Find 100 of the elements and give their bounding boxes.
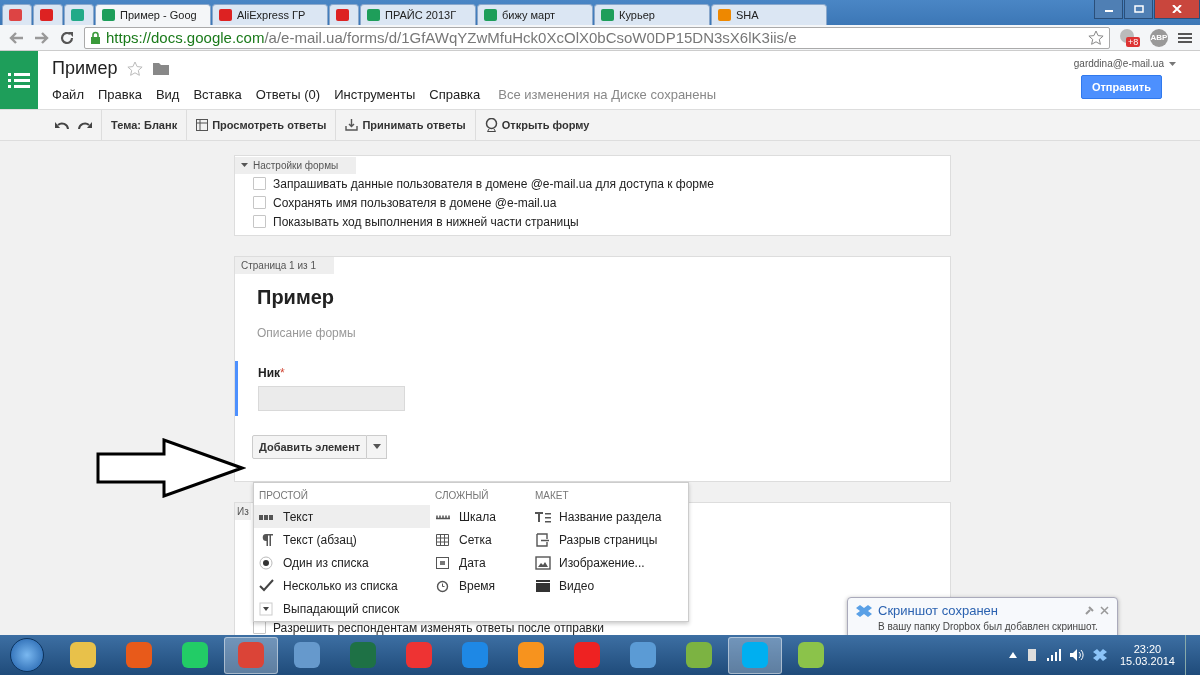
- caret-icon[interactable]: [372, 444, 381, 449]
- menu-heading: МАКЕТ: [534, 489, 570, 503]
- menu-item[interactable]: Файл: [52, 87, 84, 102]
- browser-tab[interactable]: SHA: [711, 4, 827, 25]
- tab-favicon-icon: [219, 9, 232, 21]
- option-label: Запрашивать данные пользователя в домене @e-mail.ua для доступа к форме: [273, 176, 714, 191]
- clock[interactable]: 23:20 15.03.2014: [1115, 643, 1183, 667]
- toolbar-button[interactable]: Открыть форму: [501, 119, 590, 131]
- globe-icon[interactable]: [484, 118, 498, 132]
- collapse-caret-icon[interactable]: [241, 163, 248, 167]
- browser-tab[interactable]: AliExpress ГР: [212, 4, 328, 25]
- add-item-button[interactable]: Добавить элемент: [252, 434, 368, 459]
- menu-item[interactable]: Разрыв страницы: [530, 528, 680, 551]
- taskbar-app[interactable]: [728, 636, 782, 674]
- option-label: Показывать ход выполнения в нижней части страницы: [273, 214, 579, 229]
- toolbar-button[interactable]: Принимать ответы: [362, 119, 466, 131]
- dropbox-icon[interactable]: [1092, 649, 1107, 661]
- menu-item[interactable]: Текст (абзац): [254, 528, 430, 551]
- tray-expand-icon[interactable]: [1008, 652, 1017, 658]
- menu-item[interactable]: Выпадающий список: [254, 597, 430, 620]
- save-status: Все изменения на Диске сохранены: [498, 87, 717, 102]
- tab-favicon-icon: [102, 9, 115, 21]
- device-icon[interactable]: [1025, 648, 1038, 662]
- menu-item[interactable]: Изображение...: [530, 551, 680, 574]
- table-icon[interactable]: [196, 119, 209, 131]
- form-title[interactable]: Пример: [235, 285, 950, 309]
- tab-favicon-icon: [336, 9, 349, 21]
- video-icon: [535, 578, 551, 593]
- browser-tab[interactable]: [64, 4, 94, 25]
- taskbar-app[interactable]: [224, 636, 278, 674]
- card-header: Из: [235, 502, 251, 520]
- menu-item[interactable]: Дата: [430, 551, 530, 574]
- toolbar-button[interactable]: Тема: Бланк: [111, 119, 178, 131]
- menu-item[interactable]: Инструменты: [334, 87, 416, 102]
- browser-tab[interactable]: [2, 4, 32, 25]
- bookmark-star-icon[interactable]: [1088, 29, 1104, 46]
- answer-field[interactable]: [258, 385, 405, 411]
- account-menu[interactable]: garddina@e-mail.ua: [1073, 58, 1164, 69]
- menu-icon[interactable]: [1178, 31, 1192, 44]
- reload-icon[interactable]: [60, 30, 74, 45]
- undo-icon[interactable]: [55, 120, 69, 130]
- browser-tab[interactable]: [33, 4, 63, 25]
- checkbox[interactable]: [253, 215, 266, 228]
- menu-item[interactable]: Справка: [429, 87, 481, 102]
- download-icon[interactable]: [345, 119, 359, 131]
- menu-item[interactable]: Шкала: [430, 505, 530, 528]
- menu-item[interactable]: Правка: [97, 87, 142, 102]
- close-icon[interactable]: [1100, 606, 1109, 615]
- app-icon: [350, 642, 376, 668]
- menu-heading: СЛОЖНЫЙ: [434, 488, 490, 503]
- menu-item[interactable]: Видео: [530, 574, 680, 597]
- clock-icon: [435, 578, 451, 593]
- app-icon: [462, 642, 488, 668]
- checkbox[interactable]: [253, 196, 266, 209]
- menu-item[interactable]: Сетка: [430, 528, 530, 551]
- toolbar-button[interactable]: Просмотреть ответы: [212, 119, 327, 131]
- tab-favicon-icon: [40, 9, 53, 21]
- browser-tab[interactable]: [329, 4, 359, 25]
- address-field[interactable]: https://docs.google.com/a/e-mail.ua/forms/d/1GfAWqYZwMfuHck0XcOlX0bCsoW0DP15DN3sX6lK3iis/e: [84, 26, 1110, 49]
- notification-title: Скриншот сохранен: [878, 603, 999, 618]
- checkbox[interactable]: [253, 177, 266, 190]
- menu-item[interactable]: Несколько из списка: [254, 574, 430, 597]
- browser-tab[interactable]: Курьер: [594, 4, 710, 25]
- grid-icon: [435, 532, 451, 547]
- forward-icon[interactable]: [34, 30, 50, 45]
- app-icon: [238, 642, 264, 668]
- forms-logo-icon[interactable]: [0, 51, 38, 109]
- app-icon: [686, 642, 712, 668]
- star-icon[interactable]: [127, 60, 144, 77]
- app-icon: [294, 642, 320, 668]
- app-icon: [126, 642, 152, 668]
- dropbox-icon: [856, 603, 872, 618]
- redo-icon[interactable]: [78, 120, 92, 130]
- menu-item[interactable]: Вставка: [193, 87, 242, 102]
- app-icon: [742, 642, 768, 668]
- menu-item[interactable]: Один из списка: [254, 551, 430, 574]
- app-icon: [798, 642, 824, 668]
- page-header: Страница 1 из 1: [235, 256, 334, 274]
- volume-icon[interactable]: [1069, 649, 1084, 661]
- menu-item[interactable]: Ответы (0): [255, 87, 321, 102]
- browser-tab[interactable]: Пример - Goog: [95, 4, 211, 25]
- menu-item[interactable]: Вид: [155, 87, 180, 102]
- notification-text: В вашу папку Dropbox был добавлен скриншот.: [877, 621, 1099, 632]
- tab-favicon-icon: [601, 9, 614, 21]
- tab-favicon-icon: [484, 9, 497, 21]
- pin-icon[interactable]: [1084, 605, 1094, 616]
- tab-favicon-icon: [718, 9, 731, 21]
- menu-item[interactable]: Время: [430, 574, 530, 597]
- required-mark: *: [280, 365, 285, 380]
- menu-item[interactable]: Текст: [254, 505, 430, 528]
- document-title[interactable]: Пример: [52, 58, 118, 79]
- browser-tab[interactable]: ПРАЙС 2013Г: [360, 4, 476, 25]
- caret-icon[interactable]: [1169, 61, 1176, 66]
- maximize-icon[interactable]: [1133, 5, 1144, 13]
- back-icon[interactable]: [8, 30, 24, 45]
- lock-icon: [90, 31, 101, 44]
- menu-item[interactable]: Название раздела: [530, 505, 680, 528]
- browser-tab[interactable]: бижу март: [477, 4, 593, 25]
- signal-icon[interactable]: [1046, 649, 1061, 661]
- folder-icon[interactable]: [153, 62, 170, 75]
